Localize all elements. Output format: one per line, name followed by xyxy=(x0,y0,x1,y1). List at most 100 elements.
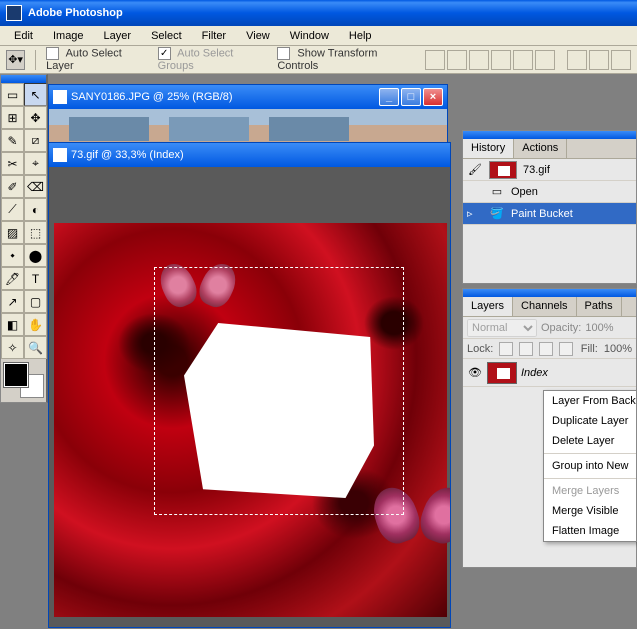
align-buttons xyxy=(425,50,631,70)
lock-all-icon[interactable] xyxy=(559,342,573,356)
tool-23[interactable]: 🔍 xyxy=(24,336,47,359)
history-source-row[interactable]: 🖌 73.gif xyxy=(463,159,636,181)
tool-17[interactable]: T xyxy=(24,267,47,290)
close-button[interactable]: × xyxy=(423,88,443,106)
blend-mode-select[interactable]: Normal xyxy=(467,319,537,337)
menu-view[interactable]: View xyxy=(238,28,278,44)
ctx-group-into-new[interactable]: Group into New xyxy=(544,456,636,476)
layer-thumbnail[interactable] xyxy=(487,362,517,384)
tool-14[interactable]: ⬩ xyxy=(1,244,24,267)
paint-bucket-icon: 🪣 xyxy=(489,206,505,222)
tab-actions[interactable]: Actions xyxy=(514,139,567,158)
tool-2[interactable]: ⊞ xyxy=(1,106,24,129)
brush-icon: 🖌 xyxy=(467,162,483,178)
panel-grip[interactable] xyxy=(463,131,636,139)
show-transform-option[interactable]: Show Transform Controls xyxy=(277,47,415,72)
history-source-name: 73.gif xyxy=(523,164,550,176)
tool-11[interactable]: ◐ xyxy=(24,198,47,221)
tool-10[interactable]: ⟋ xyxy=(1,198,24,221)
tool-0[interactable]: ▭ xyxy=(1,83,24,106)
lock-position-icon[interactable] xyxy=(539,342,553,356)
tool-12[interactable]: ▨ xyxy=(1,221,24,244)
align-right-button[interactable] xyxy=(535,50,555,70)
tool-8[interactable]: ✐ xyxy=(1,175,24,198)
tool-21[interactable]: ✋ xyxy=(24,313,47,336)
distribute-3-button[interactable] xyxy=(611,50,631,70)
menu-window[interactable]: Window xyxy=(282,28,337,44)
panel-grip[interactable] xyxy=(463,289,636,297)
tab-history[interactable]: History xyxy=(463,139,514,158)
menu-separator xyxy=(544,478,636,479)
menu-image[interactable]: Image xyxy=(45,28,92,44)
maximize-button[interactable]: □ xyxy=(401,88,421,106)
document-titlebar[interactable]: 73.gif @ 33,3% (Index) xyxy=(49,143,450,167)
toolbox-grip[interactable] xyxy=(1,75,46,83)
menu-edit[interactable]: Edit xyxy=(6,28,41,44)
lock-pixels-icon[interactable] xyxy=(519,342,533,356)
tool-3[interactable]: ✥ xyxy=(24,106,47,129)
work-area: ▭↖⊞✥✎⧄✂⌖✐⌫⟋◐▨⬚⬩⬤🖊T↗▢◧✋✧🔍 SANY0186.JPG @ … xyxy=(0,74,637,629)
ctx-merge-visible[interactable]: Merge Visible xyxy=(544,501,636,521)
lock-transparency-icon[interactable] xyxy=(499,342,513,356)
tool-5[interactable]: ⧄ xyxy=(24,129,47,152)
document-titlebar[interactable]: SANY0186.JPG @ 25% (RGB/8) _ □ × xyxy=(49,85,447,109)
tool-22[interactable]: ✧ xyxy=(1,336,24,359)
align-top-button[interactable] xyxy=(425,50,445,70)
foreground-color[interactable] xyxy=(4,363,28,387)
tool-18[interactable]: ↗ xyxy=(1,290,24,313)
history-state-paint-bucket[interactable]: ▹ 🪣 Paint Bucket xyxy=(463,203,636,225)
align-vcenter-button[interactable] xyxy=(447,50,467,70)
tab-paths[interactable]: Paths xyxy=(577,297,622,316)
tool-13[interactable]: ⬚ xyxy=(24,221,47,244)
menu-bar: EditImageLayerSelectFilterViewWindowHelp xyxy=(0,26,637,46)
ctx-duplicate-layer[interactable]: Duplicate Layer xyxy=(544,411,636,431)
tab-channels[interactable]: Channels xyxy=(513,297,576,316)
ctx-delete-layer[interactable]: Delete Layer xyxy=(544,431,636,451)
align-hcenter-button[interactable] xyxy=(513,50,533,70)
tool-20[interactable]: ◧ xyxy=(1,313,24,336)
tool-15[interactable]: ⬤ xyxy=(24,244,47,267)
tool-9[interactable]: ⌫ xyxy=(24,175,47,198)
document-canvas[interactable] xyxy=(49,167,450,627)
menu-layer[interactable]: Layer xyxy=(96,28,140,44)
menu-filter[interactable]: Filter xyxy=(194,28,234,44)
toolbox: ▭↖⊞✥✎⧄✂⌖✐⌫⟋◐▨⬚⬩⬤🖊T↗▢◧✋✧🔍 xyxy=(0,74,48,403)
align-left-button[interactable] xyxy=(491,50,511,70)
open-icon: ▭ xyxy=(489,184,505,200)
app-title: Adobe Photoshop xyxy=(28,7,123,19)
auto-select-groups-option: Auto Select Groups xyxy=(158,47,268,72)
checkbox-icon xyxy=(46,47,59,60)
ctx-merge-layers: Merge Layers xyxy=(544,481,636,501)
tab-layers[interactable]: Layers xyxy=(463,297,513,316)
document-window-73gif[interactable]: 73.gif @ 33,3% (Index) xyxy=(48,142,451,628)
checkbox-icon xyxy=(277,47,290,60)
align-bottom-button[interactable] xyxy=(469,50,489,70)
tool-6[interactable]: ✂ xyxy=(1,152,24,175)
options-bar: ✥▾ Auto Select Layer Auto Select Groups … xyxy=(0,46,637,74)
move-tool-preset[interactable]: ✥▾ xyxy=(6,50,25,70)
document-icon xyxy=(53,148,67,162)
tool-7[interactable]: ⌖ xyxy=(24,152,47,175)
tool-1[interactable]: ↖ xyxy=(24,83,47,106)
visibility-eye-icon[interactable]: 👁 xyxy=(467,366,483,379)
tool-grid: ▭↖⊞✥✎⧄✂⌖✐⌫⟋◐▨⬚⬩⬤🖊T↗▢◧✋✧🔍 xyxy=(1,83,46,359)
distribute-2-button[interactable] xyxy=(589,50,609,70)
opacity-label: Opacity: xyxy=(541,322,581,334)
layer-name: Index xyxy=(521,367,548,379)
menu-select[interactable]: Select xyxy=(143,28,190,44)
lock-label: Lock: xyxy=(467,343,493,355)
history-state-open[interactable]: ▭ Open xyxy=(463,181,636,203)
menu-help[interactable]: Help xyxy=(341,28,380,44)
history-thumbnail xyxy=(489,161,517,179)
minimize-button[interactable]: _ xyxy=(379,88,399,106)
distribute-1-button[interactable] xyxy=(567,50,587,70)
tool-4[interactable]: ✎ xyxy=(1,129,24,152)
document-window-sany0186[interactable]: SANY0186.JPG @ 25% (RGB/8) _ □ × xyxy=(48,84,448,150)
auto-select-layer-option[interactable]: Auto Select Layer xyxy=(46,47,148,72)
ctx-layer-from-background[interactable]: Layer From Background xyxy=(544,391,636,411)
ctx-flatten-image[interactable]: Flatten Image xyxy=(544,521,636,541)
document-title: SANY0186.JPG @ 25% (RGB/8) xyxy=(71,91,233,103)
tool-19[interactable]: ▢ xyxy=(24,290,47,313)
tool-16[interactable]: 🖊 xyxy=(1,267,24,290)
layer-row-index[interactable]: 👁 Index xyxy=(463,359,636,387)
